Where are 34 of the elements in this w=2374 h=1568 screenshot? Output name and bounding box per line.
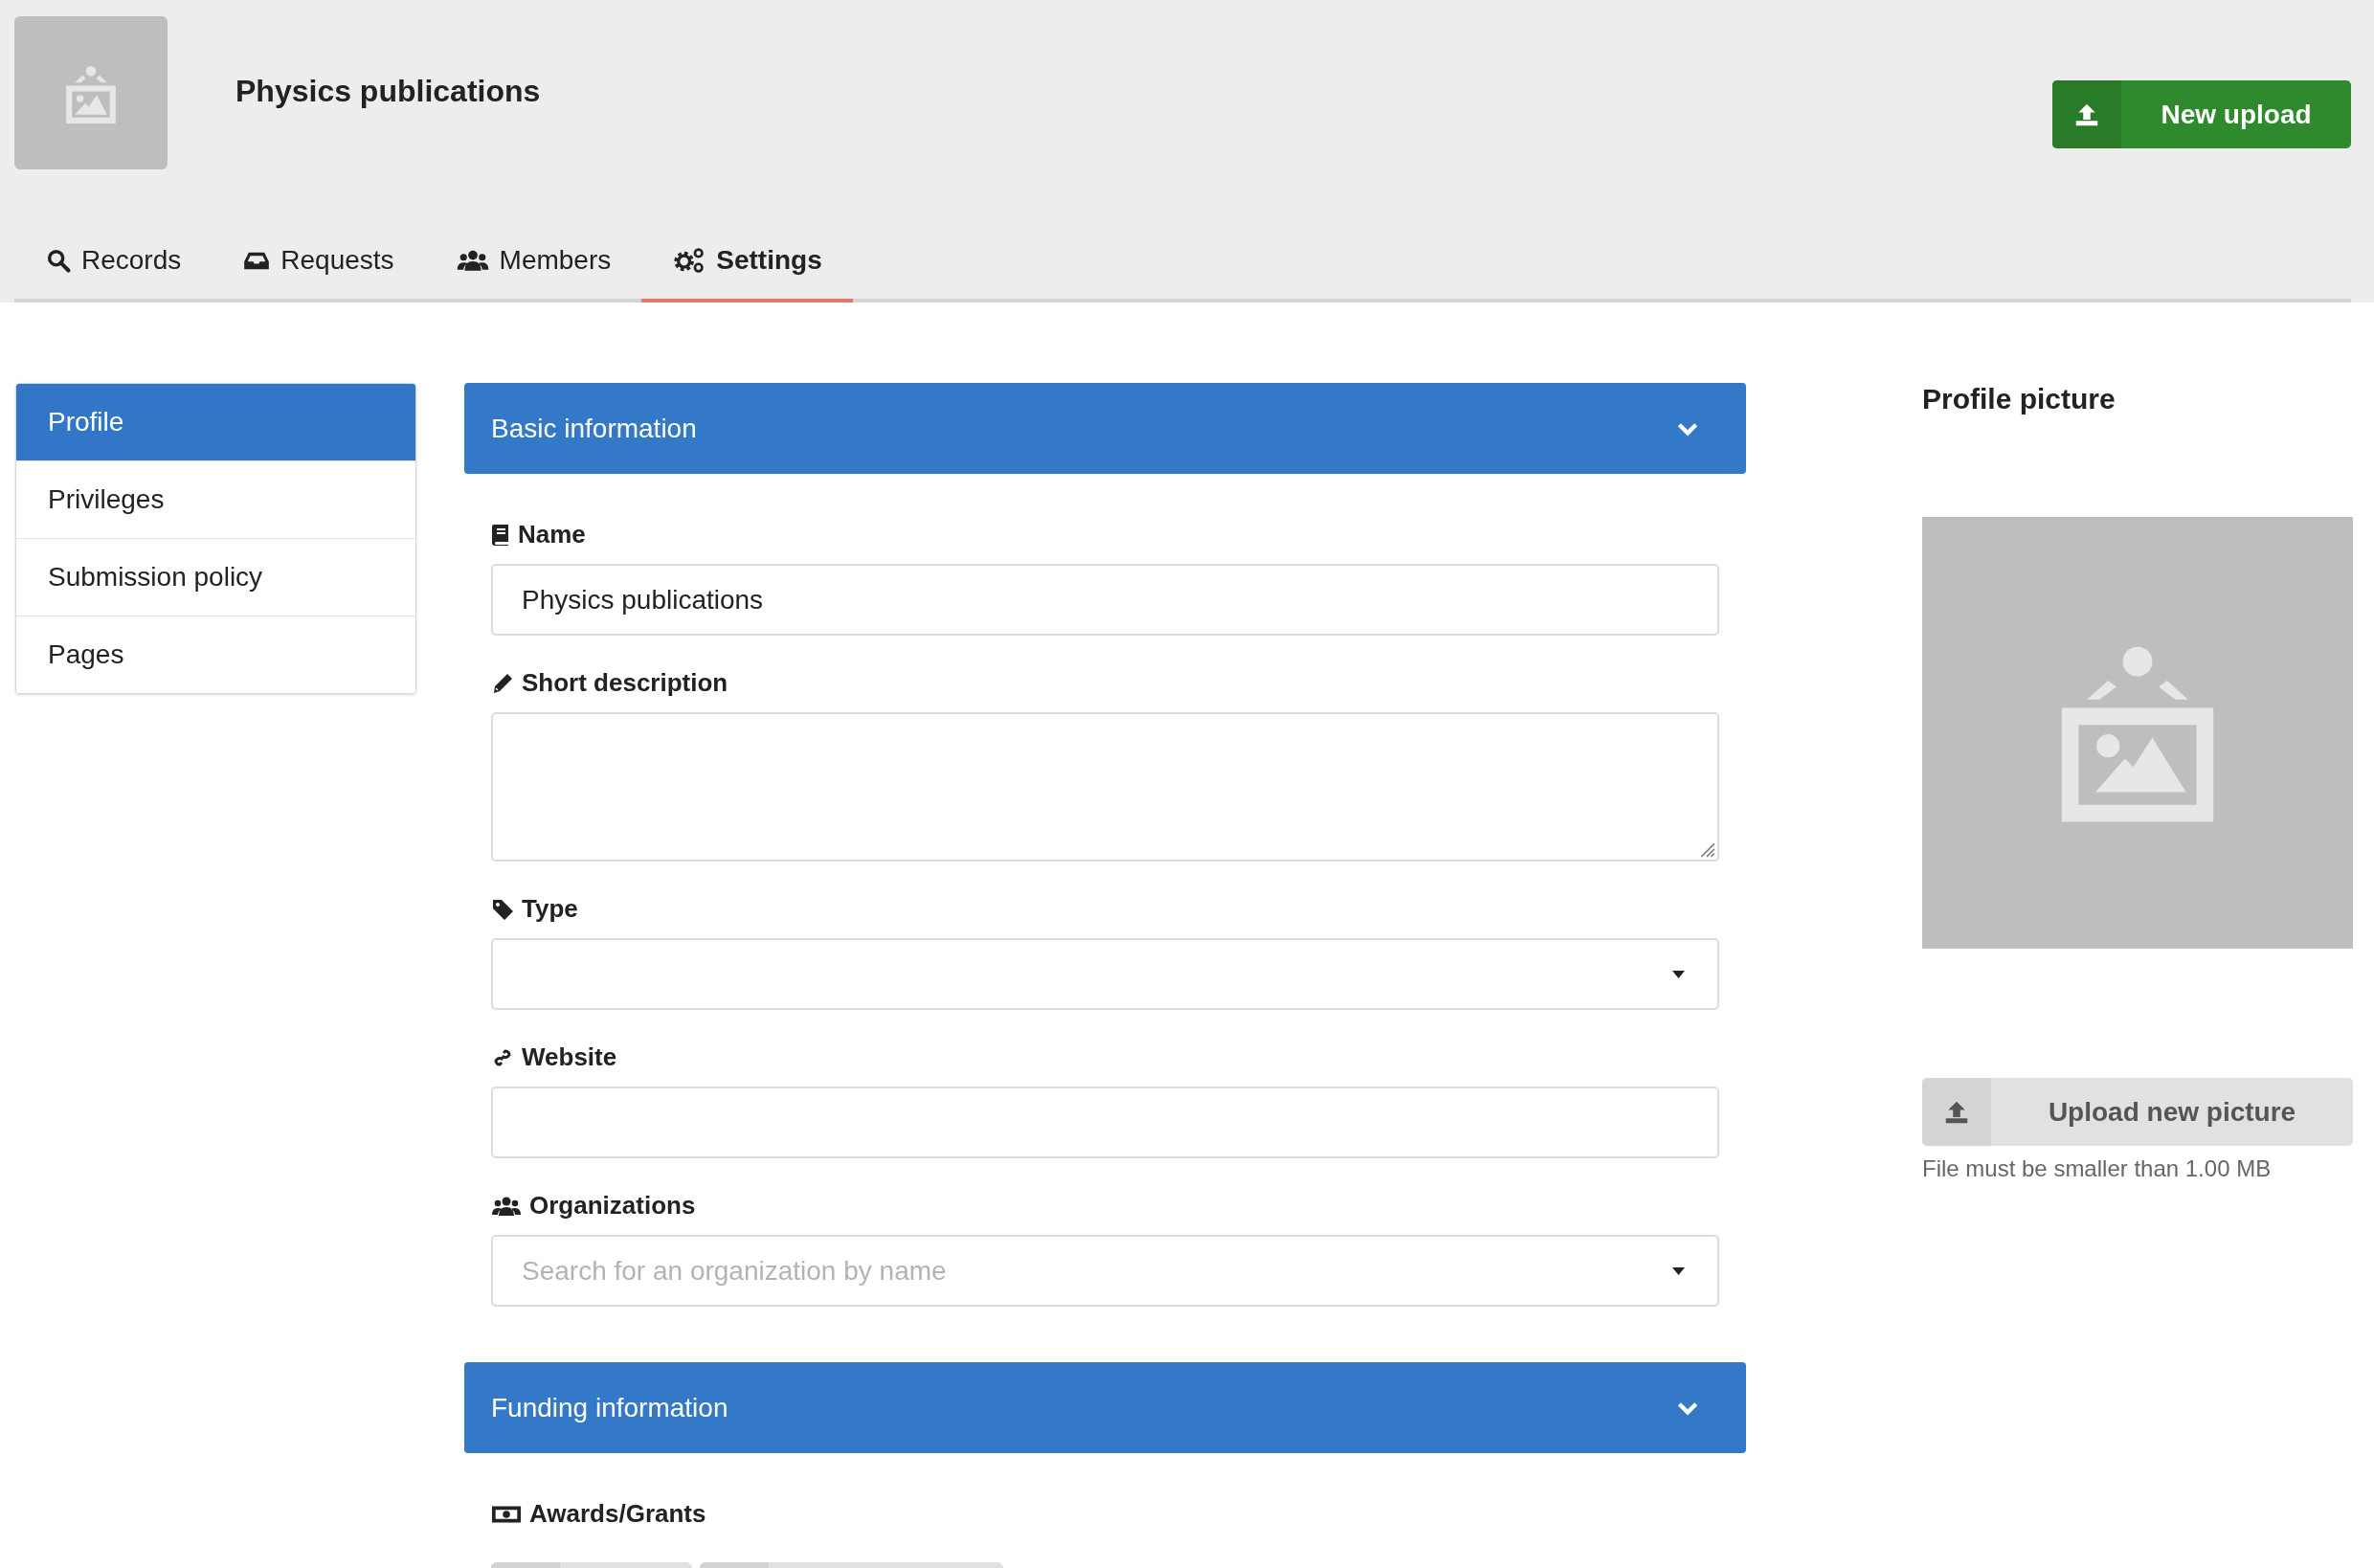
new-upload-button[interactable]: New upload xyxy=(2052,80,2351,148)
sidebar-item[interactable]: Privileges xyxy=(16,460,415,538)
field-label: Type xyxy=(522,894,578,924)
sidebar-item[interactable]: Profile xyxy=(16,384,415,460)
input-field[interactable]: Physics publications xyxy=(491,564,1719,636)
field-label: Awards/Grants xyxy=(529,1499,706,1529)
search-icon xyxy=(45,247,72,274)
community-title: Physics publications xyxy=(235,74,542,109)
upload-picture-button[interactable]: Upload new picture xyxy=(1922,1078,2353,1146)
book-icon xyxy=(491,523,510,547)
pencil-icon xyxy=(491,671,514,695)
caret-icon xyxy=(1672,970,1685,978)
tag-icon xyxy=(491,897,514,921)
field-label: Website xyxy=(522,1042,617,1072)
accordion-header[interactable]: Funding information xyxy=(464,1362,1746,1453)
sidebar-item[interactable]: Pages xyxy=(16,616,415,693)
tab[interactable]: Settings xyxy=(641,222,853,302)
resize-grip-icon xyxy=(1698,840,1715,858)
input-field[interactable] xyxy=(491,1086,1719,1158)
tab[interactable]: Members xyxy=(424,222,642,302)
sidebar-item[interactable]: Submission policy xyxy=(16,538,415,616)
field-label: Name xyxy=(518,520,586,549)
caret-icon xyxy=(1672,1266,1685,1275)
section-title: Profile picture xyxy=(1922,383,2116,415)
tab[interactable]: Requests xyxy=(212,222,425,302)
field-label: Organizations xyxy=(529,1191,696,1221)
field-label: Short description xyxy=(522,668,728,698)
users-icon xyxy=(455,248,490,273)
banknote-icon xyxy=(491,1504,522,1524)
help-text: File must be smaller than 1.00 MB xyxy=(1922,1155,2272,1182)
text-area[interactable] xyxy=(491,712,1719,862)
dropdown-field[interactable] xyxy=(491,938,1719,1010)
accordion-header[interactable]: Basic information xyxy=(464,383,1746,474)
tab[interactable]: Records xyxy=(14,222,213,302)
